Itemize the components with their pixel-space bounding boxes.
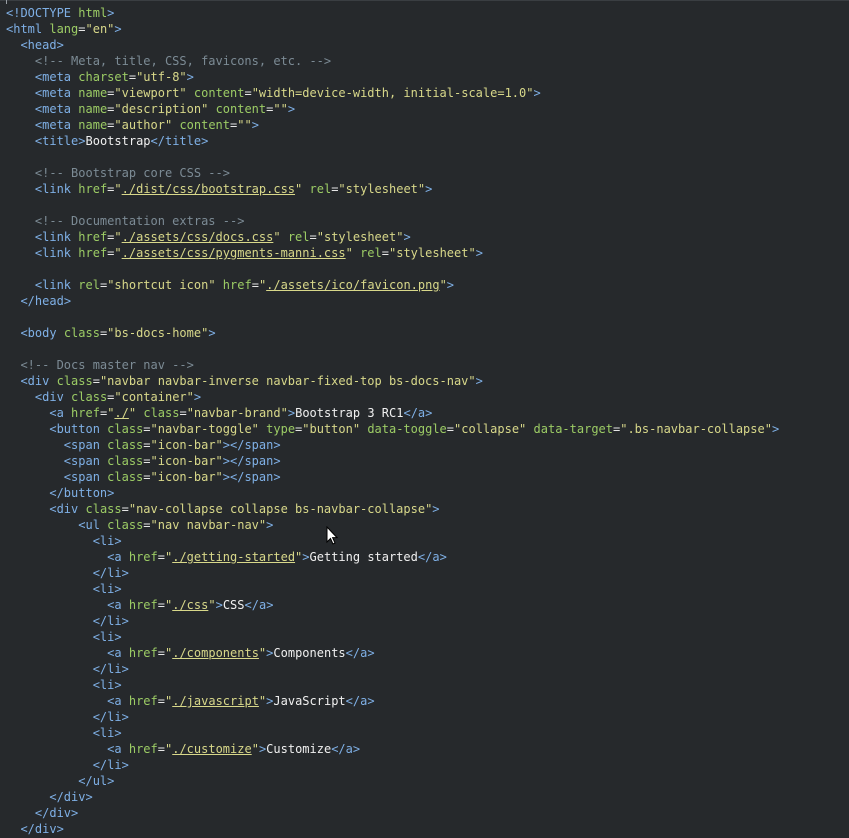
- code-line: <!-- Bootstrap core CSS -->: [34, 166, 230, 180]
- code-line: <!-- Documentation extras -->: [34, 214, 245, 228]
- code-line: <link href="./assets/css/docs.css" rel="…: [34, 230, 411, 244]
- code-line: <li>: [92, 582, 122, 596]
- code-line: <a href="./" class="navbar-brand">Bootst…: [49, 406, 433, 420]
- code-line: <div class="container">: [34, 390, 202, 404]
- code-line: </button>: [49, 486, 115, 500]
- code-line: <span class="icon-bar"></span>: [63, 470, 281, 484]
- code-editor[interactable]: <!DOCTYPE html> <html lang="en"> <head> <…: [0, 0, 849, 838]
- code-line: <link rel="shortcut icon" href="./assets…: [34, 278, 455, 292]
- code-line: <a href="./customize">Customize</a>: [107, 742, 361, 756]
- code-line: <meta name="viewport" content="width=dev…: [34, 86, 541, 100]
- code-line: </div>: [34, 806, 79, 820]
- code-line: <span class="icon-bar"></span>: [63, 438, 281, 452]
- code-line: <li>: [92, 534, 122, 548]
- code-line: <li>: [92, 678, 122, 692]
- code-line: </li>: [92, 566, 129, 580]
- code-line: <!-- Meta, title, CSS, favicons, etc. --…: [34, 54, 332, 68]
- code-line: <body class="bs-docs-home">: [20, 326, 216, 340]
- code-line: </li>: [92, 758, 129, 772]
- code-line: <a href="./css">CSS</a>: [107, 598, 274, 612]
- code-line: <li>: [92, 630, 122, 644]
- code-line: <div class="navbar navbar-inverse navbar…: [20, 374, 483, 388]
- code-line: <span class="icon-bar"></span>: [63, 454, 281, 468]
- code-line: <link href="./dist/css/bootstrap.css" re…: [34, 182, 433, 196]
- code-line: <title>Bootstrap</title>: [34, 134, 209, 148]
- code-line: <meta name="author" content="">: [34, 118, 259, 132]
- code-line: <div class="nav-collapse collapse bs-nav…: [49, 502, 440, 516]
- code-line: <ul class="nav navbar-nav">: [78, 518, 274, 532]
- code-line: <button class="navbar-toggle" type="butt…: [49, 422, 780, 436]
- code-line: </div>: [49, 790, 93, 804]
- code-line: </div>: [20, 822, 64, 836]
- code-line: </li>: [92, 614, 129, 628]
- scroll-marker: [6, 0, 7, 4]
- code-line: <link href="./assets/css/pygments-manni.…: [34, 246, 483, 260]
- editor-top-border: [0, 0, 849, 1]
- code-line: <a href="./javascript">JavaScript</a>: [107, 694, 375, 708]
- code-line: </li>: [92, 710, 129, 724]
- code-line: <a href="./getting-started">Getting star…: [107, 550, 447, 564]
- code-line: </li>: [92, 662, 129, 676]
- code-line: <html lang="en">: [6, 22, 122, 36]
- code-line: <meta name="description" content="">: [34, 102, 296, 116]
- mouse-pointer-icon: [326, 526, 338, 545]
- code-line: <li>: [92, 726, 122, 740]
- code-line: <head>: [20, 38, 64, 52]
- code-line: <!DOCTYPE html>: [6, 6, 115, 20]
- code-line: <meta charset="utf-8">: [34, 70, 194, 84]
- code-line: <!-- Docs master nav -->: [20, 358, 194, 372]
- code-line: <a href="./components">Components</a>: [107, 646, 375, 660]
- code-area[interactable]: <!DOCTYPE html> <html lang="en"> <head> <…: [6, 5, 779, 837]
- code-line: </ul>: [78, 774, 115, 788]
- code-line: </head>: [20, 294, 72, 308]
